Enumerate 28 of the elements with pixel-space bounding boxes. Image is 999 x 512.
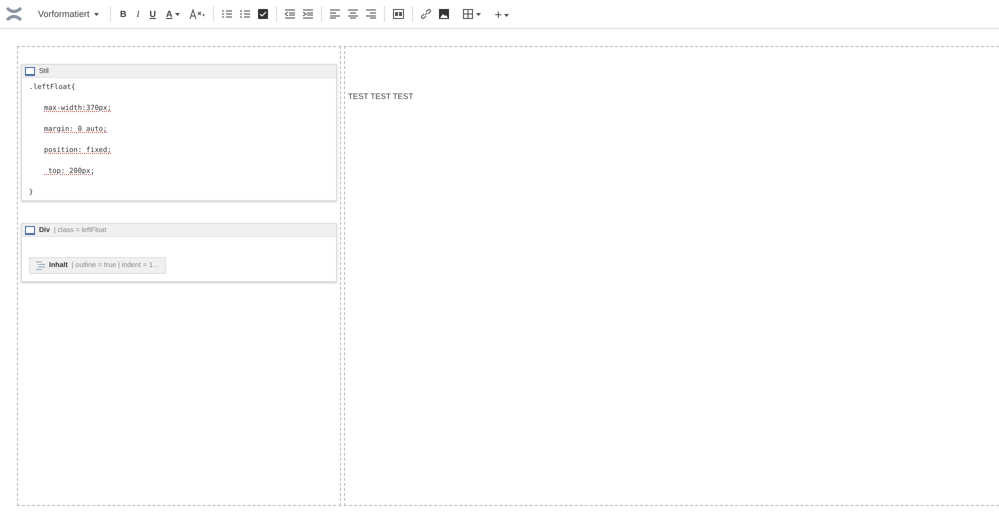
- logo-icon[interactable]: [6, 7, 22, 21]
- numbered-list-icon[interactable]: [238, 9, 251, 19]
- macro-icon: [25, 66, 35, 76]
- bullet-list-icon[interactable]: [220, 9, 233, 19]
- checkbox-icon[interactable]: [256, 9, 269, 19]
- outdent-icon[interactable]: [284, 9, 296, 19]
- align-center-icon[interactable]: [346, 9, 359, 19]
- caret-icon: [504, 14, 510, 17]
- clear-format-icon[interactable]: [188, 8, 206, 20]
- table-icon[interactable]: [462, 9, 474, 19]
- underline-button[interactable]: U: [148, 8, 158, 20]
- caret-icon: [174, 13, 180, 16]
- insert-button[interactable]: +: [492, 6, 512, 22]
- outline-icon: [36, 261, 45, 270]
- text-color-button[interactable]: A: [164, 8, 182, 20]
- macro-icon: [25, 226, 35, 234]
- align-left-icon[interactable]: [328, 9, 341, 19]
- layout-icon[interactable]: [392, 9, 405, 19]
- italic-button[interactable]: I: [134, 8, 142, 20]
- caret-icon[interactable]: [476, 12, 481, 16]
- align-right-icon[interactable]: [364, 9, 377, 19]
- caret-icon: [94, 13, 100, 16]
- link-icon[interactable]: [420, 9, 432, 19]
- format-dropdown[interactable]: Vorformatiert: [36, 8, 102, 20]
- bold-button[interactable]: B: [118, 8, 129, 20]
- body-text: TEST TEST TEST: [348, 92, 414, 101]
- indent-icon[interactable]: [302, 9, 314, 19]
- image-icon[interactable]: [438, 9, 450, 19]
